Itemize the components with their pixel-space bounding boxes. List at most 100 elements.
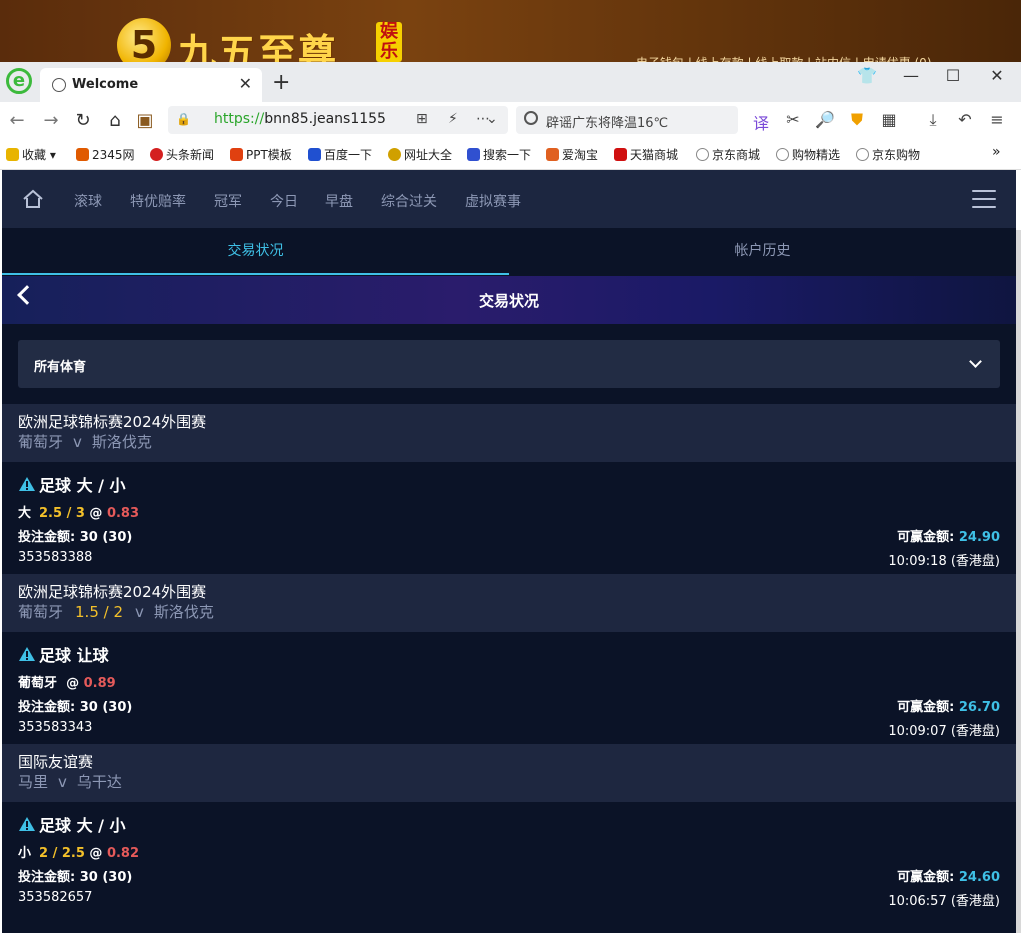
bookmark-item[interactable]: 天猫商城 <box>614 146 678 163</box>
nav-special-odds[interactable]: 特优赔率 <box>130 191 186 211</box>
filter-value: 所有体育 <box>34 360 87 375</box>
bet-event-header: 国际友谊赛 马里 v 乌干达 <box>2 744 1016 802</box>
maximize-button[interactable]: ☐ <box>938 66 968 85</box>
tab-title: Welcome <box>72 77 139 92</box>
magnifier-icon[interactable]: 🔎 <box>814 110 836 129</box>
bookmark-item[interactable]: 京东商城 <box>696 146 760 163</box>
betting-site: 滚球 特优赔率 冠军 今日 早盘 综合过关 虚拟赛事 交易状况 帐户历史 交易状… <box>2 170 1016 933</box>
bookmark-item[interactable]: PPT模板 <box>230 146 292 163</box>
address-bar[interactable]: 🔒 https://bnn85.jeans1155 ⊞ ⚡ ⋯ ⌄ <box>168 106 508 134</box>
bookmark-item[interactable]: 2345网 <box>76 146 135 163</box>
bet-time: 10:09:07 (香港盘) <box>888 724 1000 739</box>
minimize-button[interactable]: — <box>896 66 926 85</box>
bet-ticket[interactable]: 足球 大 / 小 大 2.5 / 3 @ 0.83 投注金额: 30 (30) 可… <box>2 462 1016 574</box>
nav-outright[interactable]: 冠军 <box>214 191 242 211</box>
bet-time: 10:09:18 (香港盘) <box>888 554 1000 569</box>
back-icon[interactable]: ← <box>6 110 28 131</box>
warning-icon <box>19 647 35 661</box>
paw-icon <box>308 148 321 161</box>
hamburger-menu-icon[interactable] <box>972 190 996 208</box>
close-icon[interactable]: ✕ <box>239 74 252 93</box>
site-banner: 5 九五至尊 娱乐 电子钱包 | 线上存款 | 线上取款 | 站内信 | 申请优… <box>0 0 1021 62</box>
scissors-icon[interactable]: ✂ <box>782 110 804 129</box>
site-icon <box>150 148 163 161</box>
site-icon <box>614 148 627 161</box>
stake-amount: 投注金额: 30 (30) <box>18 870 133 885</box>
ticket-id: 353583388 <box>18 550 93 565</box>
home-icon[interactable]: ⌂ <box>104 110 126 131</box>
bookmark-item[interactable]: 头条新闻 <box>150 146 214 163</box>
more-bookmarks-icon[interactable]: » <box>992 144 1001 160</box>
nav-early[interactable]: 早盘 <box>325 191 353 211</box>
globe-icon <box>776 148 789 161</box>
translate-tool-icon[interactable]: 译 <box>750 110 772 134</box>
shield-icon[interactable]: ⛊ <box>846 110 868 130</box>
browser-tab[interactable]: Welcome ✕ <box>40 68 262 102</box>
window-close-button[interactable]: ✕ <box>982 66 1012 85</box>
globe-icon <box>52 78 66 92</box>
potential-win: 可赢金额: 26.70 <box>897 700 1000 715</box>
download-icon[interactable]: ⤓ <box>922 110 944 130</box>
new-tab-button[interactable]: + <box>272 70 290 95</box>
site-icon <box>546 148 559 161</box>
search-box[interactable]: 辟谣广东将降温16℃ <box>516 106 738 134</box>
match-teams: 葡萄牙 1.5 / 2 v 斯洛伐克 <box>18 603 214 621</box>
league-name: 欧洲足球锦标赛2024外围赛 <box>18 583 207 601</box>
sport-filter-select[interactable]: 所有体育 <box>18 340 1000 388</box>
bookmark-item[interactable]: 百度一下 <box>308 146 372 163</box>
ticket-id: 353583343 <box>18 720 93 735</box>
warning-icon <box>19 817 35 831</box>
skin-icon[interactable]: 👕 <box>852 66 882 85</box>
market-title: 足球 大 / 小 <box>18 812 126 836</box>
page-scrollbar[interactable] <box>1016 230 1021 933</box>
translate-icon[interactable]: ⊞ <box>416 111 428 127</box>
bet-ticket[interactable]: 足球 让球 葡萄牙 @ 0.89 投注金额: 30 (30) 可赢金额: 26.… <box>2 632 1016 744</box>
stake-amount: 投注金额: 30 (30) <box>18 530 133 545</box>
forward-icon[interactable]: → <box>40 110 62 131</box>
browser-logo-icon[interactable]: e <box>6 68 32 94</box>
nav-parlay[interactable]: 综合过关 <box>381 191 437 211</box>
undo-icon[interactable]: ↶ <box>954 110 976 129</box>
search-suggestion: 辟谣广东将降温16℃ <box>546 116 669 131</box>
site-icon <box>388 148 401 161</box>
chevron-down-icon[interactable]: ⌄ <box>486 111 498 127</box>
warning-icon <box>19 477 35 491</box>
bookmarks-bar: 收藏 ▾ 2345网 头条新闻 PPT模板 百度一下 网址大全 搜索一下 爱淘宝… <box>0 140 1021 170</box>
bookmark-item[interactable]: 京东购物 <box>856 146 920 163</box>
home-nav-icon[interactable] <box>22 188 44 210</box>
briefcase-icon[interactable]: ▣ <box>134 110 156 131</box>
league-name: 欧洲足球锦标赛2024外围赛 <box>18 413 207 431</box>
bookmark-item[interactable]: 购物精选 <box>776 146 840 163</box>
status-tabs: 交易状况 帐户历史 <box>2 228 1016 275</box>
site-icon <box>76 148 89 161</box>
site-icon <box>230 148 243 161</box>
apps-grid-icon[interactable]: ▦ <box>878 110 900 129</box>
tab-account-history[interactable]: 帐户历史 <box>509 228 1016 275</box>
bookmark-item[interactable]: 网址大全 <box>388 146 452 163</box>
menu-icon[interactable]: ≡ <box>986 110 1008 129</box>
bet-event-header: 欧洲足球锦标赛2024外围赛 葡萄牙 1.5 / 2 v 斯洛伐克 <box>2 574 1016 632</box>
bookmark-item[interactable]: 搜索一下 <box>467 146 531 163</box>
nav-today[interactable]: 今日 <box>270 191 298 211</box>
bet-selection: 葡萄牙 @ 0.89 <box>18 676 116 691</box>
paw-icon <box>467 148 480 161</box>
reload-icon[interactable]: ↻ <box>72 110 94 131</box>
lightning-icon[interactable]: ⚡ <box>448 111 458 127</box>
banner-links[interactable]: 电子钱包 | 线上存款 | 线上取款 | 站内信 | 申请优惠 (0) <box>636 54 932 62</box>
nav-live[interactable]: 滚球 <box>74 191 102 211</box>
globe-icon <box>856 148 869 161</box>
tab-transactions[interactable]: 交易状况 <box>2 228 509 275</box>
match-teams: 马里 v 乌干达 <box>18 773 122 791</box>
market-title: 足球 让球 <box>18 642 109 666</box>
bet-selection: 大 2.5 / 3 @ 0.83 <box>18 506 140 521</box>
bookmark-item[interactable]: 爱淘宝 <box>546 146 598 163</box>
search-icon <box>524 111 538 125</box>
nav-virtual[interactable]: 虚拟赛事 <box>465 191 521 211</box>
market-title: 足球 大 / 小 <box>18 472 126 496</box>
ticket-id: 353582657 <box>18 890 93 905</box>
bet-ticket[interactable]: 足球 大 / 小 小2 / 2.5 @ 0.82 投注金额: 30 (30) 可… <box>2 802 1016 914</box>
bookmark-item[interactable]: 收藏 ▾ <box>6 146 56 163</box>
stake-amount: 投注金额: 30 (30) <box>18 700 133 715</box>
site-nav: 滚球 特优赔率 冠军 今日 早盘 综合过关 虚拟赛事 <box>2 170 1016 228</box>
brand-title: 九五至尊 <box>178 30 339 62</box>
